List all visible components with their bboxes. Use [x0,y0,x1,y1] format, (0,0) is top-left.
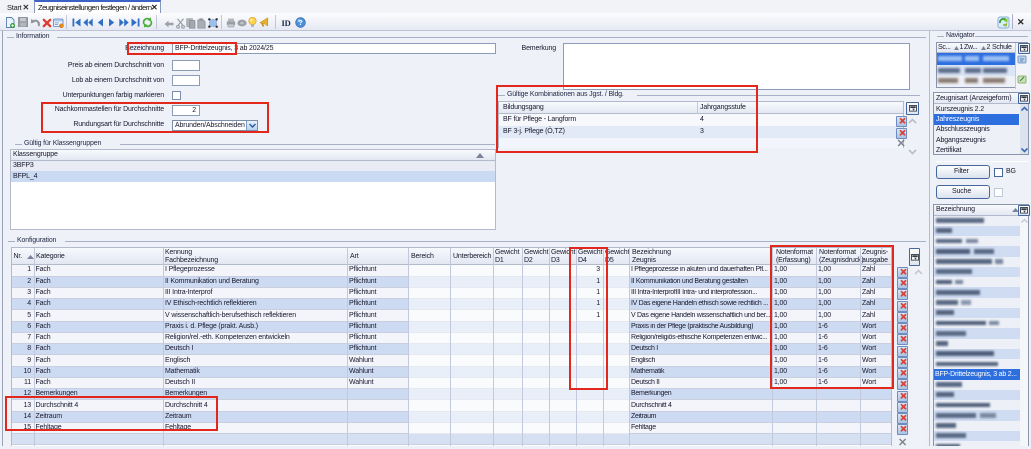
svg-text:?: ? [298,18,303,27]
